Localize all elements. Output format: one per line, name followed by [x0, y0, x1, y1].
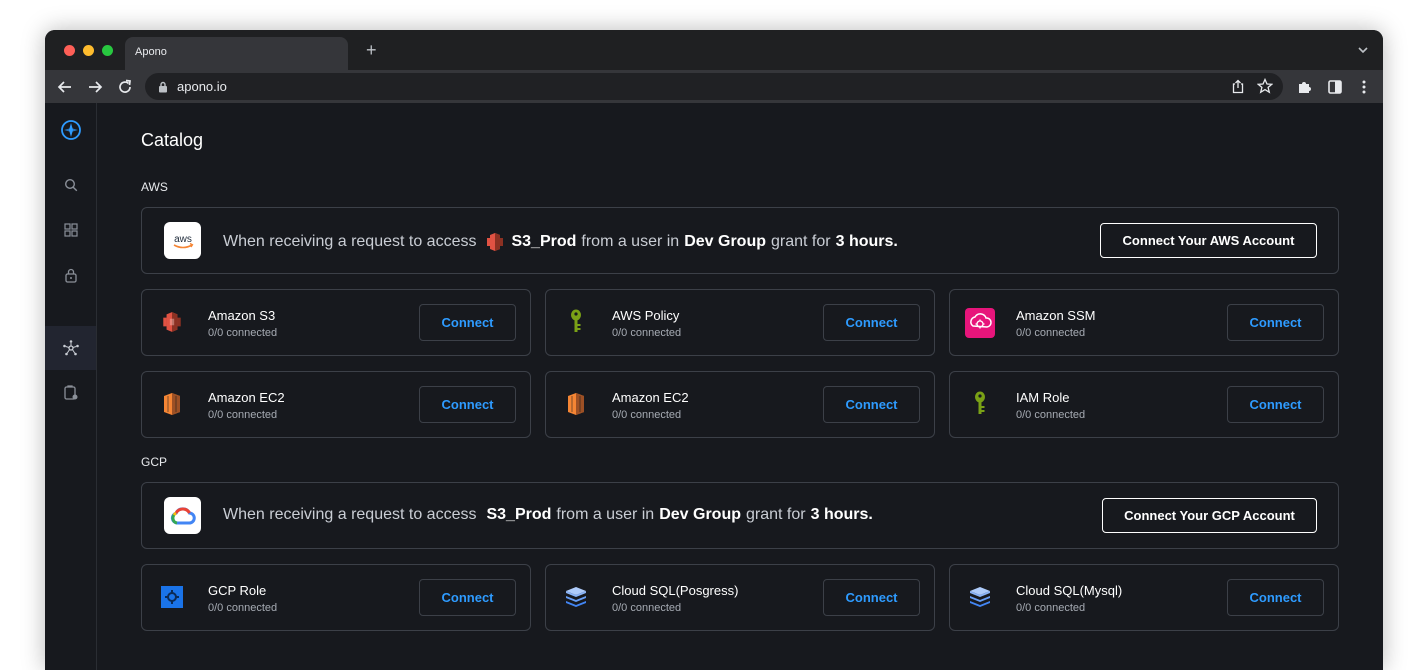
browser-window: Apono + apono.io Catalog AWS aws When re…	[45, 30, 1383, 670]
connect-button[interactable]: Connect	[419, 304, 516, 341]
section-label-gcp: GCP	[141, 455, 168, 469]
bookmark-star-icon[interactable]	[1256, 77, 1274, 99]
card-title: Amazon S3	[208, 308, 276, 323]
extensions-puzzle-icon[interactable]	[1296, 78, 1314, 96]
forward-arrow-icon[interactable]	[86, 78, 104, 96]
connect-aws-account-button[interactable]: Connect Your AWS Account	[1100, 223, 1317, 258]
new-tab-button[interactable]: +	[366, 41, 377, 59]
google-cloud-logo-icon	[164, 497, 201, 534]
maximize-window-button[interactable]	[102, 45, 113, 56]
card-status: 0/0 connected	[612, 409, 682, 421]
connect-button[interactable]: Connect	[823, 579, 920, 616]
gcp-access-banner: When receiving a request to access S3_Pr…	[141, 482, 1339, 549]
amazon-s3-icon	[487, 233, 504, 251]
url-text: apono.io	[177, 79, 227, 94]
cloud-sql-icon	[562, 583, 590, 611]
banner-grant: grant for	[746, 506, 806, 523]
connect-button[interactable]: Connect	[1227, 386, 1324, 423]
search-icon[interactable]	[45, 163, 96, 207]
grid-icon[interactable]	[45, 208, 96, 252]
browser-tab[interactable]: Apono	[125, 37, 348, 70]
banner-mid: from a user in	[581, 233, 680, 250]
app-content: Catalog AWS aws When receiving a request…	[45, 103, 1383, 670]
amazon-ec2-icon	[562, 390, 590, 418]
integration-card: AWS Policy 0/0 connected Connect	[545, 289, 935, 356]
integration-card: GCP Role 0/0 connected Connect	[141, 564, 531, 631]
cloud-sql-icon	[966, 583, 994, 611]
connect-button[interactable]: Connect	[823, 386, 920, 423]
sidebar	[45, 103, 97, 670]
tab-title: Apono	[135, 46, 167, 58]
amazon-ssm-icon	[964, 307, 996, 339]
lock-icon[interactable]	[45, 253, 96, 297]
card-title: IAM Role	[1016, 390, 1070, 405]
reload-icon[interactable]	[116, 78, 134, 96]
gcp-banner-text: When receiving a request to access S3_Pr…	[223, 506, 873, 524]
card-status: 0/0 connected	[1016, 602, 1086, 614]
banner-duration: 3 hours.	[810, 506, 873, 523]
connect-button[interactable]: Connect	[1227, 579, 1324, 616]
card-status: 0/0 connected	[1016, 327, 1086, 339]
aws-logo-icon: aws	[164, 222, 201, 259]
share-icon[interactable]	[1231, 79, 1245, 99]
integration-card: Amazon S3 0/0 connected Connect	[141, 289, 531, 356]
browser-toolbar: apono.io	[45, 70, 1383, 103]
back-arrow-icon[interactable]	[56, 78, 74, 96]
minimize-window-button[interactable]	[83, 45, 94, 56]
card-title: AWS Policy	[612, 308, 680, 323]
key-icon	[966, 390, 994, 418]
lock-icon	[158, 80, 168, 98]
gcp-role-icon	[158, 583, 186, 611]
card-title: Amazon SSM	[1016, 308, 1096, 323]
integration-card: Amazon SSM 0/0 connected Connect	[949, 289, 1339, 356]
card-title: Amazon EC2	[208, 390, 285, 405]
key-icon	[562, 308, 590, 336]
banner-prefix: When receiving a request to access	[223, 233, 477, 250]
integration-card: Cloud SQL(Mysql) 0/0 connected Connect	[949, 564, 1339, 631]
aws-banner-text: When receiving a request to access S3_Pr…	[223, 231, 898, 253]
aws-access-banner: aws When receiving a request to access S	[141, 207, 1339, 274]
integration-card: Amazon EC2 0/0 connected Connect	[141, 371, 531, 438]
tab-strip: Apono +	[45, 30, 1383, 70]
banner-grant: grant for	[771, 233, 831, 250]
section-label-aws: AWS	[141, 180, 168, 194]
banner-prefix: When receiving a request to access	[223, 506, 477, 523]
connect-button[interactable]: Connect	[1227, 304, 1324, 341]
integration-card: Cloud SQL(Posgress) 0/0 connected Connec…	[545, 564, 935, 631]
address-bar[interactable]: apono.io	[145, 73, 1283, 100]
amazon-s3-icon	[158, 308, 186, 336]
aws-logo-text: aws	[174, 234, 192, 245]
connect-gcp-account-button[interactable]: Connect Your GCP Account	[1102, 498, 1317, 533]
page-title: Catalog	[141, 130, 204, 150]
connect-button[interactable]: Connect	[419, 386, 516, 423]
card-title: GCP Role	[208, 583, 267, 598]
clipboard-settings-icon[interactable]	[45, 371, 96, 415]
card-status: 0/0 connected	[612, 327, 682, 339]
card-status: 0/0 connected	[612, 602, 682, 614]
connect-button[interactable]: Connect	[823, 304, 920, 341]
banner-resource: S3_Prod	[486, 506, 552, 523]
chevron-down-icon[interactable]	[1357, 43, 1369, 61]
card-title: Amazon EC2	[612, 390, 689, 405]
close-window-button[interactable]	[64, 45, 75, 56]
card-status: 0/0 connected	[208, 602, 278, 614]
card-title: Cloud SQL(Mysql)	[1016, 583, 1123, 598]
card-status: 0/0 connected	[1016, 409, 1086, 421]
banner-group: Dev Group	[659, 506, 741, 523]
side-panel-icon[interactable]	[1326, 78, 1344, 96]
kebab-menu-icon[interactable]	[1355, 78, 1373, 96]
amazon-ec2-icon	[158, 390, 186, 418]
banner-resource: S3_Prod	[511, 233, 577, 250]
integration-card: IAM Role 0/0 connected Connect	[949, 371, 1339, 438]
apono-logo-icon[interactable]	[45, 108, 96, 152]
banner-mid: from a user in	[556, 506, 655, 523]
integrations-network-icon[interactable]	[45, 326, 96, 370]
card-status: 0/0 connected	[208, 327, 278, 339]
integration-card: Amazon EC2 0/0 connected Connect	[545, 371, 935, 438]
card-status: 0/0 connected	[208, 409, 278, 421]
connect-button[interactable]: Connect	[419, 579, 516, 616]
banner-group: Dev Group	[684, 233, 766, 250]
banner-duration: 3 hours.	[835, 233, 898, 250]
card-title: Cloud SQL(Posgress)	[612, 583, 739, 598]
